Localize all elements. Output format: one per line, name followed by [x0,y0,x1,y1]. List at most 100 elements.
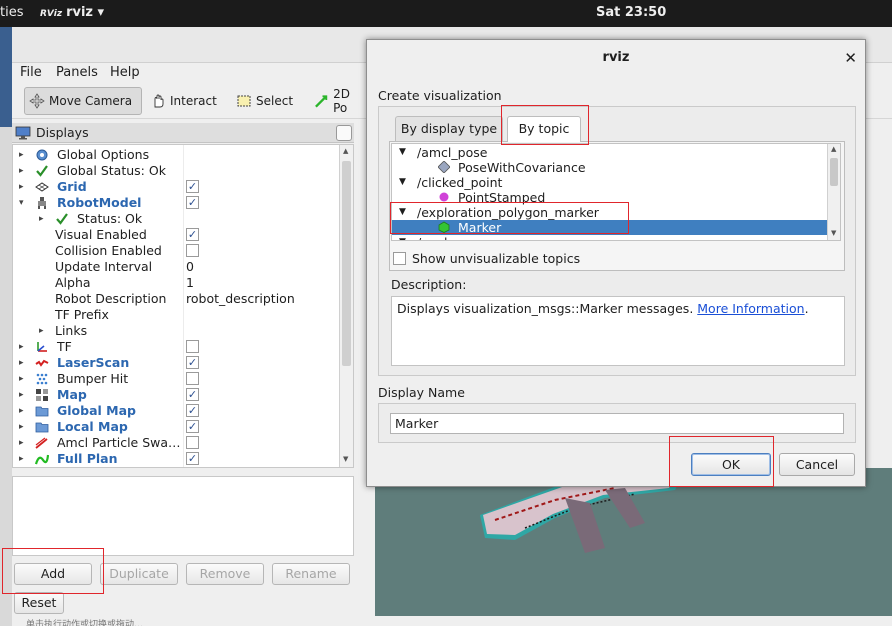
display-row[interactable]: TF Prefix [13,307,343,323]
expand-right-icon[interactable]: ▸ [19,403,24,419]
display-row-label: Map [57,387,87,402]
display-enable-checkbox[interactable]: ✓ [186,196,199,209]
topic-list-scrollbar[interactable]: ▲ ▼ [827,144,840,240]
expand-down-icon[interactable]: ▼ [399,205,406,220]
panel-float-button[interactable] [336,125,352,141]
display-type-item[interactable]: PoseWithCovariance [392,160,828,175]
ok-button[interactable]: OK [691,453,771,476]
expand-right-icon[interactable]: ▸ [39,323,44,339]
expand-right-icon[interactable]: ▸ [19,147,24,163]
menu-panels[interactable]: Panels [56,65,98,80]
display-row[interactable]: Visual Enabled ✓ [13,227,343,243]
display-row[interactable]: ▾Odometry✓ [13,467,343,468]
display-enable-checkbox[interactable] [186,244,199,257]
expand-down-icon[interactable]: ▼ [399,235,406,240]
cancel-button[interactable]: Cancel [779,453,855,476]
topic-item[interactable]: ▼ /exploration_polygon_marker [392,205,828,220]
move-camera-tool[interactable]: Move Camera [24,87,142,115]
menu-help[interactable]: Help [110,65,140,80]
scroll-down-icon[interactable]: ▼ [831,229,836,237]
2d-pose-tool[interactable]: 2D Po [310,87,370,115]
expand-right-icon[interactable]: ▸ [19,451,24,467]
remove-button[interactable]: Remove [186,563,264,585]
display-row[interactable]: ▸ Global Map ✓ [13,403,343,419]
activities-button[interactable]: ties [0,5,23,20]
topic-item[interactable]: ▼ /explore_server [392,235,828,240]
description-text: Displays visualization_msgs::Marker mess… [391,296,845,366]
display-row-value[interactable]: robot_description [186,291,295,307]
display-type-item[interactable]: PointStamped [392,190,828,205]
display-row[interactable]: Alpha 1 [13,275,343,291]
menu-file[interactable]: File [20,65,42,80]
display-row[interactable]: ▸ TF [13,339,343,355]
add-button[interactable]: Add [14,563,92,585]
display-row[interactable]: ▸ Grid ✓ [13,179,343,195]
select-tool[interactable]: Select [232,87,298,115]
topic-item[interactable]: ▼ /clicked_point [392,175,828,190]
reset-button[interactable]: Reset [14,592,64,614]
display-row[interactable]: ▸ Local Map ✓ [13,419,343,435]
rename-button[interactable]: Rename [272,563,350,585]
display-row[interactable]: ▸ Amcl Particle Swa… [13,435,343,451]
display-enable-checkbox[interactable]: ✓ [186,388,199,401]
display-row[interactable]: ▾ RobotModel ✓ [13,195,343,211]
duplicate-button[interactable]: Duplicate [100,563,178,585]
display-enable-checkbox[interactable] [186,436,199,449]
expand-down-icon[interactable]: ▼ [399,145,406,160]
expand-right-icon[interactable]: ▸ [19,419,24,435]
expand-down-icon[interactable]: ▾ [19,467,24,468]
display-row-value[interactable]: 0 [186,259,194,275]
display-enable-checkbox[interactable]: ✓ [186,180,199,193]
tab-by-topic[interactable]: By topic [507,116,581,142]
display-enable-checkbox[interactable]: ✓ [186,420,199,433]
display-row[interactable]: ▸ Map ✓ [13,387,343,403]
expand-right-icon[interactable]: ▸ [19,435,24,451]
scrollbar-thumb[interactable] [342,161,351,366]
clock[interactable]: Sat 23:50 [596,5,666,20]
scrollbar-thumb[interactable] [830,158,838,186]
topic-label: /exploration_polygon_marker [417,205,599,220]
display-enable-checkbox[interactable]: ✓ [186,404,199,417]
create-visualization-dialog: rviz ✕ Create visualization By display t… [366,39,866,487]
expand-right-icon[interactable]: ▸ [19,371,24,387]
expand-right-icon[interactable]: ▸ [19,339,24,355]
display-row[interactable]: ▸ Links [13,323,343,339]
topic-item[interactable]: ▼ /amcl_pose [392,145,828,160]
display-row[interactable]: ▸ Global Options [13,147,343,163]
expand-right-icon[interactable]: ▸ [19,355,24,371]
display-enable-checkbox[interactable]: ✓ [186,228,199,241]
scroll-up-icon[interactable]: ▲ [831,145,836,153]
display-row[interactable]: Collision Enabled [13,243,343,259]
close-icon[interactable]: ✕ [844,49,857,67]
more-information-link[interactable]: More Information [697,301,804,316]
displays-scrollbar[interactable]: ▲ ▼ [339,145,353,467]
expand-right-icon[interactable]: ▸ [19,387,24,403]
expand-right-icon[interactable]: ▸ [39,211,44,227]
display-enable-checkbox[interactable]: ✓ [186,356,199,369]
expand-down-icon[interactable]: ▼ [399,175,406,190]
display-row[interactable]: ▸ LaserScan ✓ [13,355,343,371]
display-type-item[interactable]: Marker [392,220,828,235]
expand-down-icon[interactable]: ▾ [19,195,24,211]
show-unvisualizable-checkbox[interactable]: Show unvisualizable topics [393,251,580,266]
scroll-up-icon[interactable]: ▲ [343,147,348,155]
display-row[interactable]: ▸ Global Status: Ok [13,163,343,179]
3d-viewport[interactable] [375,468,892,616]
app-menu[interactable]: RViz rviz ▾ [40,5,104,20]
display-row[interactable]: Robot Description robot_description [13,291,343,307]
scroll-down-icon[interactable]: ▼ [343,455,348,463]
display-enable-checkbox[interactable] [186,372,199,385]
display-row[interactable]: ▸ Bumper Hit [13,371,343,387]
expand-right-icon[interactable]: ▸ [19,163,24,179]
tab-by-display-type[interactable]: By display type [395,116,503,142]
display-row[interactable]: ▸ Full Plan ✓ [13,451,343,467]
display-row-value[interactable]: 1 [186,275,194,291]
display-enable-checkbox[interactable] [186,340,199,353]
expand-right-icon[interactable]: ▸ [19,179,24,195]
interact-tool[interactable]: Interact [146,87,226,115]
display-row[interactable]: Update Interval 0 [13,259,343,275]
display-row[interactable]: ▸ Status: Ok [13,211,343,227]
display-enable-checkbox[interactable]: ✓ [186,452,199,465]
checkbox-box[interactable] [393,252,406,265]
display-name-input[interactable] [390,413,844,434]
